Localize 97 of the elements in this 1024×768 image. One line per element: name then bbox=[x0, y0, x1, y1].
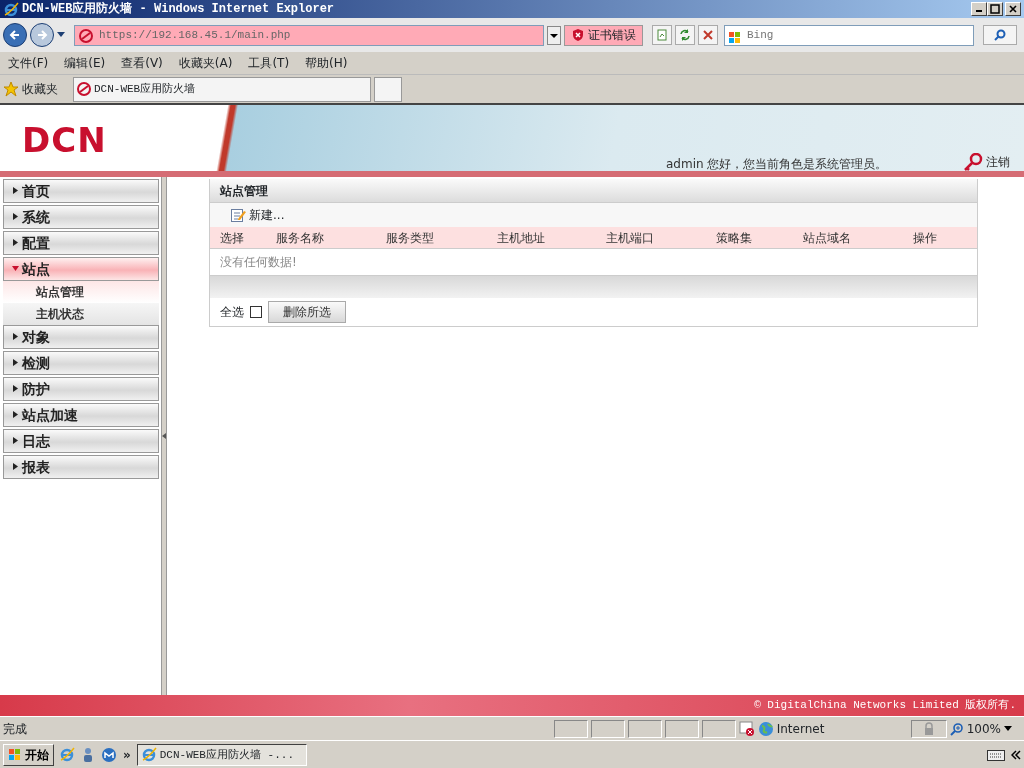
caret-right-icon bbox=[12, 385, 19, 392]
chevron-left-icon[interactable] bbox=[1011, 749, 1021, 760]
caret-right-icon bbox=[12, 437, 19, 444]
logout-link[interactable]: 注销 bbox=[963, 153, 1010, 171]
browser-logo-icon bbox=[4, 1, 19, 17]
shield-error-icon bbox=[571, 28, 585, 42]
sidebar-item[interactable]: 检测 bbox=[3, 351, 159, 375]
circle-m-icon[interactable] bbox=[101, 746, 117, 763]
menu-item[interactable]: 查看(V) bbox=[113, 52, 171, 74]
greeting-text: admin 您好，您当前角色是系统管理员。 bbox=[666, 156, 888, 173]
forward-button[interactable] bbox=[30, 23, 54, 47]
caret-right-icon bbox=[12, 239, 19, 246]
sidebar-item[interactable]: 首页 bbox=[3, 179, 159, 203]
taskbar-item[interactable]: DCN-WEB应用防火墙 -... bbox=[136, 743, 307, 766]
sidebar-item[interactable]: 报表 bbox=[3, 455, 159, 479]
sidebar-subitem[interactable]: 主机状态 bbox=[3, 303, 159, 325]
caret-right-icon bbox=[12, 213, 19, 220]
refresh-icon bbox=[679, 29, 691, 41]
close-icon bbox=[1008, 4, 1018, 14]
brand-logo: DCN bbox=[22, 119, 107, 162]
status-panel bbox=[664, 719, 699, 738]
status-text: 完成 bbox=[3, 720, 27, 738]
search-field[interactable]: Bing bbox=[724, 24, 974, 46]
forward-arrow-icon bbox=[36, 29, 48, 41]
column-header: 主机地址 bbox=[497, 230, 546, 247]
sidebar-subitem[interactable]: 站点管理 bbox=[3, 281, 159, 303]
windows-flag-icon bbox=[728, 31, 742, 45]
zoom-icon bbox=[949, 721, 964, 736]
copyright-text: © DigitalChina Networks Limited 版权所有. bbox=[0, 695, 1024, 716]
protected-mode-button[interactable] bbox=[910, 719, 947, 738]
caret-right-icon bbox=[12, 187, 19, 194]
column-header: 选择 bbox=[219, 230, 245, 247]
sidebar-item[interactable]: 站点 bbox=[3, 257, 159, 281]
more-button[interactable]: » bbox=[123, 745, 131, 764]
column-header: 操作 bbox=[913, 230, 938, 247]
favorites-button[interactable]: 收藏夹 bbox=[3, 80, 58, 98]
menu-item[interactable]: 编辑(E) bbox=[56, 52, 114, 74]
edit-icon bbox=[230, 207, 246, 223]
refresh-button[interactable] bbox=[675, 25, 695, 45]
sidebar-item[interactable]: 日志 bbox=[3, 429, 159, 453]
maximize-button[interactable] bbox=[987, 2, 1003, 16]
keyboard-icon[interactable] bbox=[987, 748, 1005, 761]
minimize-icon bbox=[976, 10, 982, 12]
window-title: DCN-WEB应用防火墙 - Windows Internet Explorer bbox=[22, 0, 335, 18]
page-icon bbox=[656, 29, 668, 41]
menu-item[interactable]: 工具(T) bbox=[240, 52, 298, 74]
globe-icon bbox=[757, 720, 774, 737]
sidebar-item[interactable]: 对象 bbox=[3, 325, 159, 349]
caret-down-icon bbox=[12, 265, 19, 272]
star-icon bbox=[3, 81, 19, 97]
select-all-label: 全选 bbox=[220, 304, 244, 321]
caret-right-icon bbox=[12, 359, 19, 366]
minimize-button[interactable] bbox=[971, 2, 987, 16]
sidebar-item[interactable]: 防护 bbox=[3, 377, 159, 401]
search-icon bbox=[994, 29, 1006, 41]
dropdown-arrow-icon bbox=[1004, 725, 1012, 732]
sidebar-item[interactable]: 系统 bbox=[3, 205, 159, 229]
delete-selected-button[interactable]: 删除所选 bbox=[268, 301, 346, 323]
new-button[interactable]: 新建... bbox=[230, 203, 285, 227]
blocked-icon bbox=[738, 720, 755, 737]
column-header: 服务名称 bbox=[276, 230, 325, 247]
back-button[interactable] bbox=[3, 23, 27, 47]
column-header: 服务类型 bbox=[386, 230, 435, 247]
browser-tab[interactable]: DCN-WEB应用防火墙 bbox=[73, 76, 371, 102]
close-button[interactable] bbox=[1005, 2, 1021, 16]
back-arrow-icon bbox=[9, 29, 21, 41]
caret-right-icon bbox=[12, 411, 19, 418]
zone-indicator[interactable]: Internet bbox=[757, 717, 908, 740]
close-icon bbox=[702, 29, 714, 41]
panel-title: 站点管理 bbox=[210, 179, 977, 203]
status-panel bbox=[553, 719, 588, 738]
start-button[interactable]: 开始 bbox=[3, 743, 54, 766]
browser-logo-icon bbox=[141, 747, 157, 762]
caret-right-icon bbox=[12, 333, 19, 340]
column-header: 主机端口 bbox=[606, 230, 655, 247]
status-panel bbox=[701, 719, 736, 738]
new-tab-button[interactable] bbox=[374, 76, 402, 102]
sidebar-item[interactable]: 配置 bbox=[3, 231, 159, 255]
menu-item[interactable]: 文件(F) bbox=[0, 52, 57, 74]
menu-item[interactable]: 收藏夹(A) bbox=[170, 52, 241, 74]
status-panel bbox=[627, 719, 662, 738]
collapse-arrow-icon bbox=[162, 433, 166, 439]
search-button[interactable] bbox=[983, 25, 1017, 45]
maximize-icon bbox=[990, 4, 1000, 14]
sidebar-item[interactable]: 站点加速 bbox=[3, 403, 159, 427]
menu-item[interactable]: 帮助(H) bbox=[297, 52, 356, 74]
dropdown-arrow-icon[interactable] bbox=[57, 32, 65, 38]
caret-right-icon bbox=[12, 463, 19, 470]
stop-button[interactable] bbox=[698, 25, 718, 45]
status-panel bbox=[590, 719, 625, 738]
column-header: 策略集 bbox=[716, 230, 753, 247]
column-header: 站点域名 bbox=[803, 230, 852, 247]
key-icon bbox=[963, 153, 983, 171]
figure-icon[interactable] bbox=[81, 746, 95, 763]
zoom-button[interactable]: 100% bbox=[949, 717, 1012, 740]
select-all-checkbox[interactable] bbox=[250, 306, 262, 318]
windows-flag-icon bbox=[8, 747, 22, 762]
